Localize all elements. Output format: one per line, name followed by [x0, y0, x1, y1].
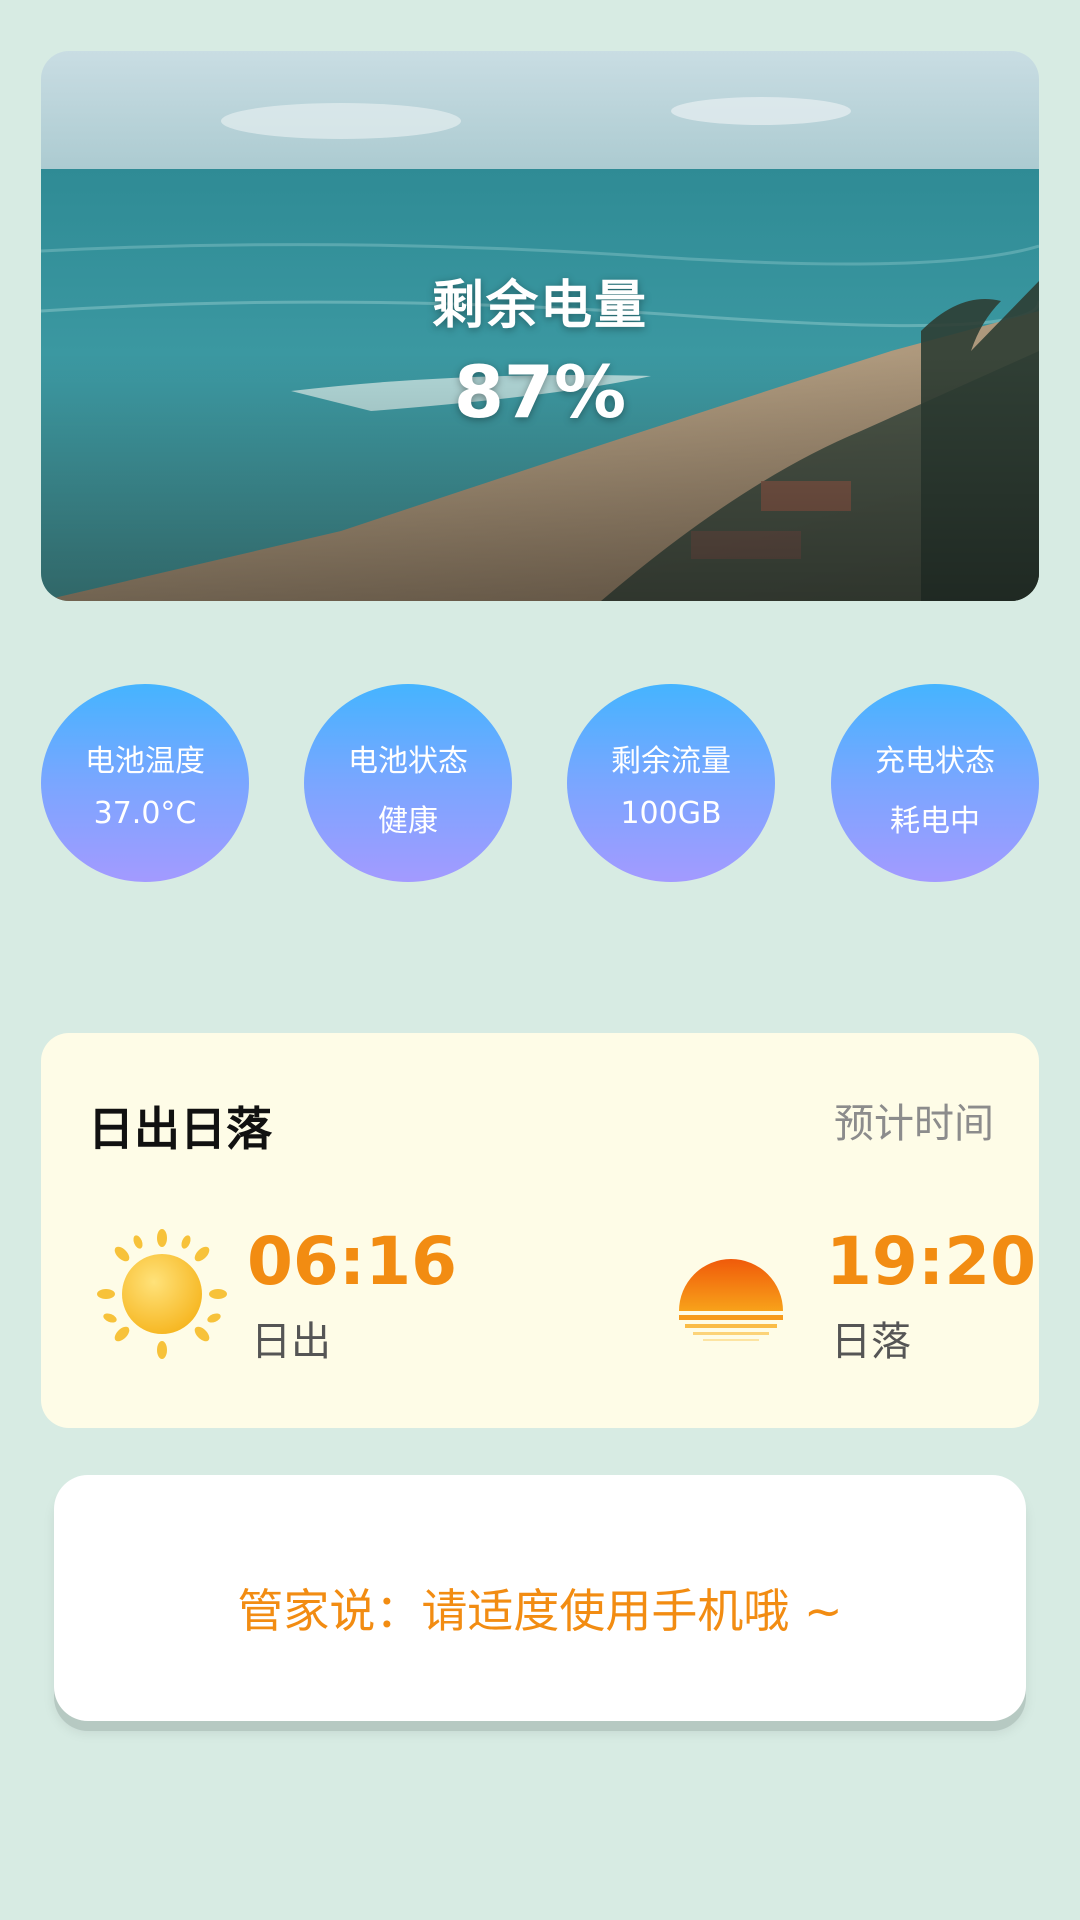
stat-value: 100GB — [620, 796, 722, 831]
sunrise-label: 日出 — [251, 1319, 331, 1365]
stat-value: 健康 — [378, 804, 438, 839]
sunrise-time: 06:16 — [247, 1223, 458, 1300]
stat-title: 电池状态 — [348, 744, 468, 779]
card-title: 日出日落 — [88, 1102, 272, 1156]
stat-title: 剩余流量 — [611, 744, 731, 779]
stat-title: 充电状态 — [875, 744, 995, 779]
stat-title: 电池温度 — [85, 744, 205, 779]
stat-remaining-data[interactable]: 剩余流量 100GB — [567, 684, 775, 882]
stat-charging-status[interactable]: 充电状态 耗电中 — [831, 684, 1039, 882]
stat-value: 耗电中 — [890, 804, 980, 839]
sunset-icon — [679, 1259, 783, 1341]
sunset-label: 日落 — [831, 1319, 911, 1365]
stat-battery-health[interactable]: 电池状态 健康 — [304, 684, 512, 882]
stat-value: 37.0°C — [93, 796, 197, 831]
battery-hero-card: 剩余电量 87% — [41, 51, 1039, 601]
stats-row: 电池温度 37.0°C 电池状态 健康 剩余流量 100GB 充电状态 耗电中 — [41, 684, 1039, 882]
battery-label: 剩余电量 — [431, 276, 648, 336]
stat-battery-temperature[interactable]: 电池温度 37.0°C — [41, 684, 249, 882]
sun-icon — [97, 1229, 227, 1359]
card-subtitle: 预计时间 — [834, 1101, 994, 1147]
butler-tip-text: 管家说：请适度使用手机哦 ~ — [237, 1584, 843, 1638]
battery-readout: 剩余电量 87% — [41, 263, 1039, 434]
battery-percentage: 87% — [453, 350, 627, 434]
sunset-time: 19:20 — [826, 1223, 1037, 1300]
battery-page: 剩余电量 87% 电池温度 37.0°C 电池状态 健康 剩余流量 100GB … — [0, 0, 1080, 1920]
sunrise-sunset-card: 日出日落 预计时间 06:16 日出 19:20 日落 — [41, 1033, 1039, 1428]
butler-tip-card: 管家说：请适度使用手机哦 ~ — [54, 1475, 1026, 1721]
